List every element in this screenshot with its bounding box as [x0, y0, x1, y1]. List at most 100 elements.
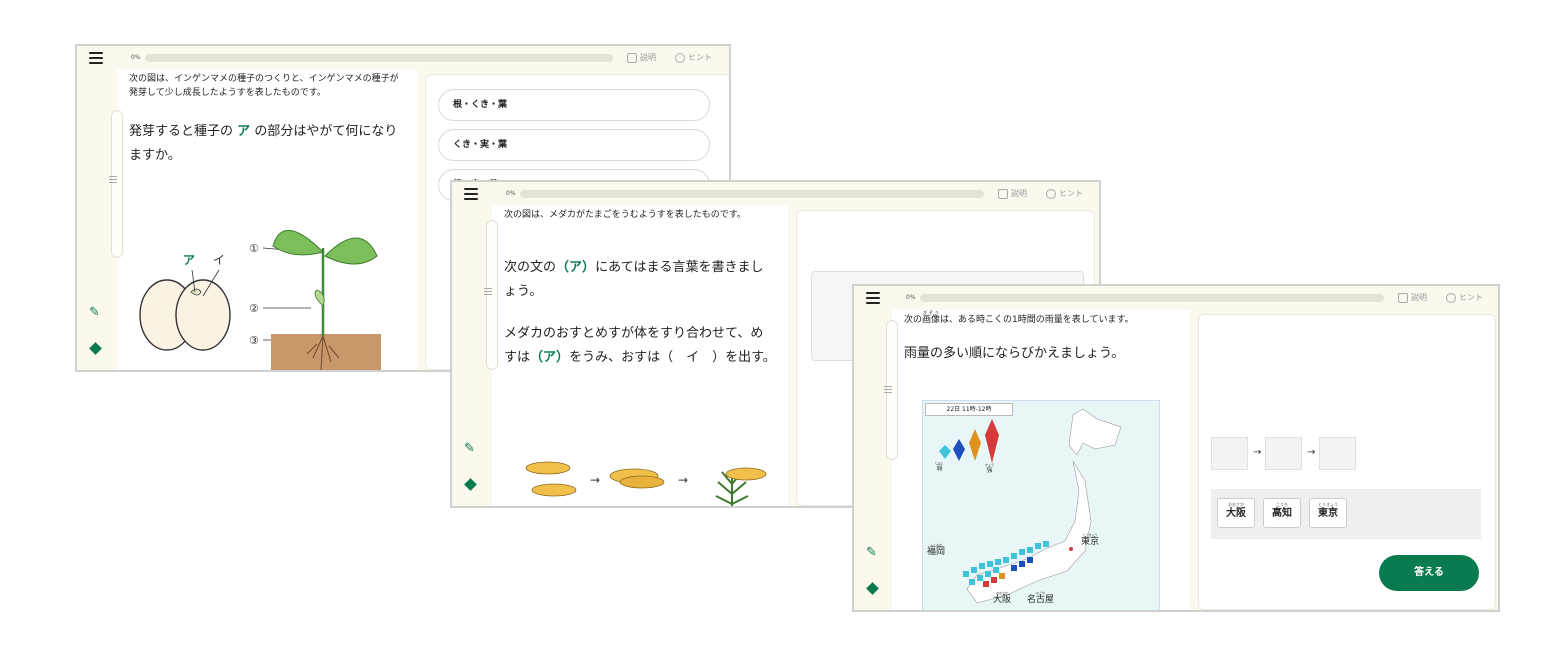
resize-handle-icon[interactable] [109, 176, 117, 185]
legend-weak-label: 弱 [936, 465, 943, 472]
progress-label: 0% [131, 54, 141, 61]
progress-label: 0% [906, 294, 916, 301]
resize-handle-icon[interactable] [484, 288, 492, 297]
answer-area: → → おおさか 大阪 こうち 高知 とうきょう 東京 答える [1198, 314, 1496, 610]
card-kochi[interactable]: こうち 高知 [1263, 498, 1301, 528]
tool-rail: ✎ [77, 70, 115, 370]
answer-slot-2[interactable] [1265, 437, 1302, 470]
eraser-icon[interactable] [89, 342, 103, 356]
legend-strong-label: 強 [986, 467, 993, 474]
explain-label: 説明 [1411, 293, 1427, 302]
instruction-text: 次の文の（ア）にあてはまる言葉を書きましょう。 [504, 256, 776, 304]
lead-text: 次の図は、インゲンマメの種子のつくりと、インゲンマメの種子が発芽して少し成長した… [129, 74, 399, 98]
paren-close: ） [582, 260, 596, 275]
answer-panel: → → おおさか 大阪 こうち 高知 とうきょう 東京 答える [1190, 310, 1498, 610]
progress-label: 0% [506, 190, 516, 197]
hint-button[interactable]: ヒント [1446, 292, 1483, 303]
menu-icon[interactable] [866, 292, 880, 304]
resize-handle-icon[interactable] [884, 386, 892, 395]
seed-figure: ア イ ① ② ③ [139, 229, 381, 370]
top-bar: 0% 説明 ヒント [452, 182, 1099, 206]
question-mark: ア [237, 124, 251, 139]
progress-bar [520, 190, 984, 198]
card-word: 高知 [1272, 508, 1292, 519]
legend-strong: きょう 強 [985, 463, 994, 474]
explain-button[interactable]: 説明 [627, 52, 656, 63]
city-osaka: おおさか 大阪 [993, 591, 1011, 605]
explain-button[interactable]: 説明 [1398, 292, 1427, 303]
question-text: 雨量の多い順にならびかえましょう。 [904, 346, 1125, 361]
lightbulb-icon [675, 52, 685, 63]
pen-icon[interactable]: ✎ [866, 546, 880, 560]
question-pre: 発芽すると種子の [129, 124, 234, 139]
lightbulb-icon [1446, 292, 1456, 303]
city-osaka-label: 大阪 [993, 595, 1012, 605]
explain-label: 説明 [1011, 189, 1027, 198]
seed-label-i: イ [213, 253, 225, 267]
paren-open: （ [530, 350, 544, 365]
explain-label: 説明 [640, 53, 656, 62]
hint-label: ヒント [688, 53, 712, 62]
paren-open: （ [556, 260, 570, 275]
arrow-2: → [1307, 447, 1316, 458]
map-drawing [939, 408, 1122, 604]
instruction-pre: 次の文の [504, 260, 557, 275]
svg-text:→: → [678, 473, 688, 487]
screen-rain-question: 0% 説明 ヒント ✎ 次の画像がぞうは、ある時こくの1時間の雨量を表しています… [852, 284, 1500, 612]
progress-bar [920, 294, 1384, 302]
lightbulb-icon [1046, 188, 1056, 199]
legend-weak: じゃく 弱 [935, 461, 944, 472]
question-panel: 次の図は、メダカがたまごをうむようすを表したものです。 次の文の（ア）にあてはま… [484, 206, 788, 506]
hint-button[interactable]: ヒント [1046, 188, 1083, 199]
rain-map: 22日 11時-12時 じゃく 弱 きょう 強 とうきょう 東京 ふくおか 福岡… [922, 400, 1160, 610]
lead-text: 次の画像がぞうは、ある時こくの1時間の雨量を表しています。 [904, 310, 1184, 327]
eraser-icon[interactable] [866, 582, 880, 596]
sentence-part2: をうみ、おすは（ イ ）を出す。 [569, 350, 776, 365]
lead-word: 画像 [922, 315, 941, 325]
document-icon [998, 188, 1008, 199]
label-num1: ① [249, 242, 259, 255]
choice-1[interactable]: 根・くき・葉 [438, 89, 710, 121]
answer-button[interactable]: 答える [1379, 555, 1479, 591]
choice-2[interactable]: くき・実・葉 [438, 129, 710, 161]
card-tokyo[interactable]: とうきょう 東京 [1309, 498, 1347, 528]
seed-label-a: ア [183, 253, 195, 267]
card-tray: おおさか 大阪 こうち 高知 とうきょう 東京 [1211, 489, 1481, 539]
instruction-mark: ア [569, 260, 583, 275]
medaka-figure: → → [525, 461, 767, 506]
question-text: 発芽すると種子の ア の部分はやがて何になりますか。 [129, 120, 401, 168]
svg-text:→: → [590, 473, 600, 487]
card-word: 東京 [1318, 508, 1338, 519]
hint-button[interactable]: ヒント [675, 52, 712, 63]
menu-icon[interactable] [89, 52, 103, 64]
eraser-icon[interactable] [464, 478, 478, 492]
pen-icon[interactable]: ✎ [89, 306, 103, 320]
card-osaka[interactable]: おおさか 大阪 [1217, 498, 1255, 528]
document-icon [1398, 292, 1408, 303]
pen-icon[interactable]: ✎ [464, 442, 478, 456]
answer-slot-3[interactable] [1319, 437, 1356, 470]
question-panel: 次の図は、インゲンマメの種子のつくりと、インゲンマメの種子が発芽して少し成長した… [109, 70, 417, 370]
menu-icon[interactable] [464, 188, 478, 200]
top-bar: 0% 説明 ヒント [854, 286, 1498, 310]
city-fukuoka-label: 福岡 [927, 547, 946, 557]
lead-post: は、ある時こくの1時間の雨量を表しています。 [940, 315, 1134, 325]
top-bar: 0% 説明 ヒント [77, 46, 729, 70]
sentence-mark-a: ア [543, 350, 557, 365]
lead-ruby: がぞう [922, 310, 941, 315]
city-nagoya-label: 名古屋 [1027, 595, 1055, 605]
label-num2: ② [249, 302, 259, 315]
city-tokyo-label: 東京 [1081, 537, 1100, 547]
sentence-text: メダカのおすとめすが体をすり合わせて、めすは（ア）をうみ、おすは（ イ ）を出す… [504, 322, 776, 370]
document-icon [627, 52, 637, 63]
hint-label: ヒント [1459, 293, 1483, 302]
city-nagoya: なごや 名古屋 [1027, 591, 1054, 605]
city-tokyo: とうきょう 東京 [1081, 533, 1099, 547]
paren-close: ） [556, 350, 570, 365]
explain-button[interactable]: 説明 [998, 188, 1027, 199]
answer-slot-1[interactable] [1211, 437, 1248, 470]
tool-rail: ✎ [452, 206, 490, 506]
card-word: 大阪 [1226, 508, 1246, 519]
hint-label: ヒント [1059, 189, 1083, 198]
lead-pre: 次の [904, 315, 923, 325]
